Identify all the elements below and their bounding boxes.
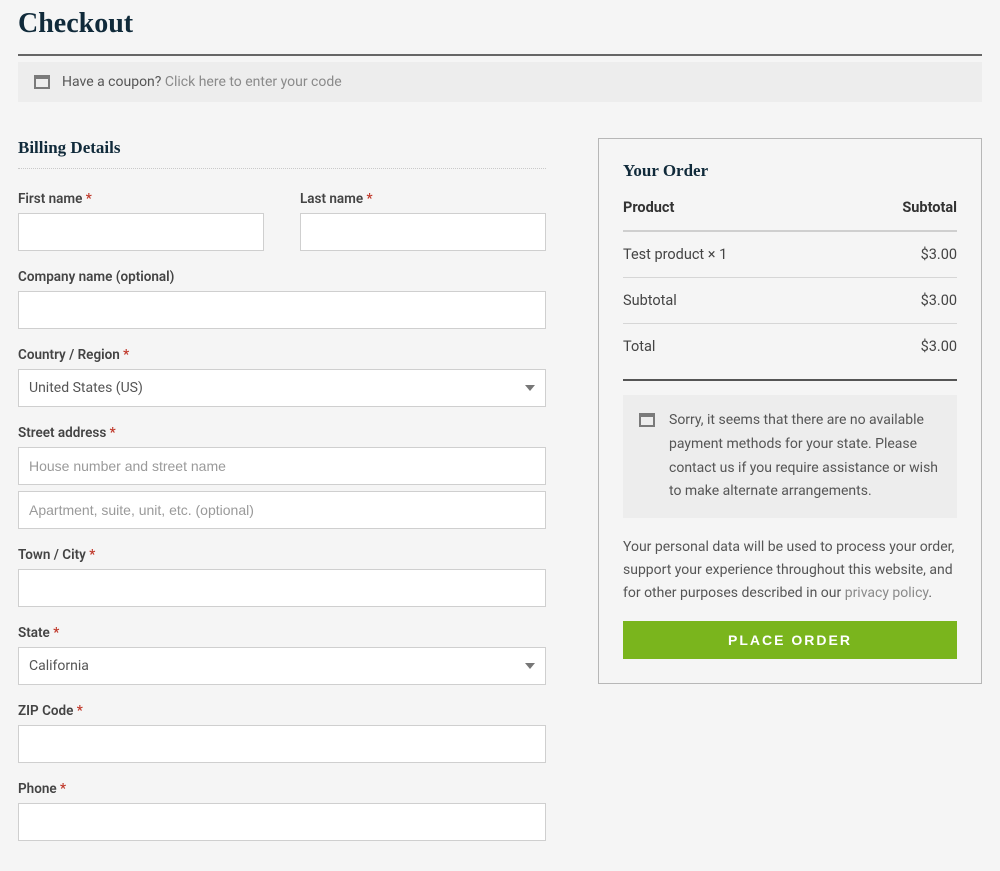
- order-head-subtotal: Subtotal: [902, 199, 957, 216]
- chevron-down-icon: [525, 385, 535, 391]
- country-label: Country / Region *: [18, 347, 546, 363]
- street-label: Street address *: [18, 425, 546, 441]
- payment-notice: Sorry, it seems that there are no availa…: [623, 395, 957, 518]
- first-name-input[interactable]: [18, 213, 264, 251]
- order-subtotal-row: Subtotal $3.00: [623, 278, 957, 324]
- phone-input[interactable]: [18, 803, 546, 841]
- street2-input[interactable]: [18, 491, 546, 529]
- billing-title: Billing Details: [18, 138, 546, 169]
- place-order-button[interactable]: PLACE ORDER: [623, 621, 957, 659]
- state-select[interactable]: California: [18, 647, 546, 685]
- order-item-name: Test product × 1: [623, 246, 727, 263]
- order-divider: [623, 379, 957, 381]
- order-box: Your Order Product Subtotal Test product…: [598, 138, 982, 684]
- last-name-input[interactable]: [300, 213, 546, 251]
- street1-input[interactable]: [18, 447, 546, 485]
- country-select[interactable]: United States (US): [18, 369, 546, 407]
- country-value: United States (US): [29, 380, 143, 396]
- last-name-label: Last name *: [300, 191, 546, 207]
- city-label: Town / City *: [18, 547, 546, 563]
- title-divider: [18, 54, 982, 56]
- coupon-icon: [34, 75, 50, 89]
- billing-section: Billing Details First name * Last name *…: [18, 138, 546, 841]
- payment-notice-text: Sorry, it seems that there are no availa…: [669, 409, 941, 504]
- order-head-product: Product: [623, 199, 674, 216]
- city-input[interactable]: [18, 569, 546, 607]
- coupon-bar: Have a coupon? Click here to enter your …: [18, 62, 982, 102]
- page-title: Checkout: [18, 0, 982, 54]
- chevron-down-icon: [525, 663, 535, 669]
- state-label: State *: [18, 625, 546, 641]
- order-subtotal-label: Subtotal: [623, 292, 677, 309]
- order-total-row: Total $3.00: [623, 324, 957, 369]
- notice-icon: [639, 413, 655, 427]
- privacy-policy-link[interactable]: privacy policy: [845, 585, 929, 601]
- order-title: Your Order: [623, 161, 957, 181]
- order-total-label: Total: [623, 338, 655, 355]
- coupon-link[interactable]: Click here to enter your code: [165, 74, 342, 90]
- first-name-label: First name *: [18, 191, 264, 207]
- zip-label: ZIP Code *: [18, 703, 546, 719]
- company-input[interactable]: [18, 291, 546, 329]
- order-total-value: $3.00: [921, 338, 957, 355]
- coupon-prompt: Have a coupon?: [62, 74, 165, 90]
- phone-label: Phone *: [18, 781, 546, 797]
- company-label: Company name (optional): [18, 269, 546, 285]
- zip-input[interactable]: [18, 725, 546, 763]
- order-header-row: Product Subtotal: [623, 199, 957, 232]
- order-item-price: $3.00: [921, 246, 957, 263]
- order-subtotal-value: $3.00: [921, 292, 957, 309]
- privacy-post: .: [928, 585, 932, 601]
- coupon-text: Have a coupon? Click here to enter your …: [62, 74, 342, 90]
- privacy-text: Your personal data will be used to proce…: [623, 536, 957, 605]
- order-item-row: Test product × 1 $3.00: [623, 232, 957, 278]
- state-value: California: [29, 658, 89, 674]
